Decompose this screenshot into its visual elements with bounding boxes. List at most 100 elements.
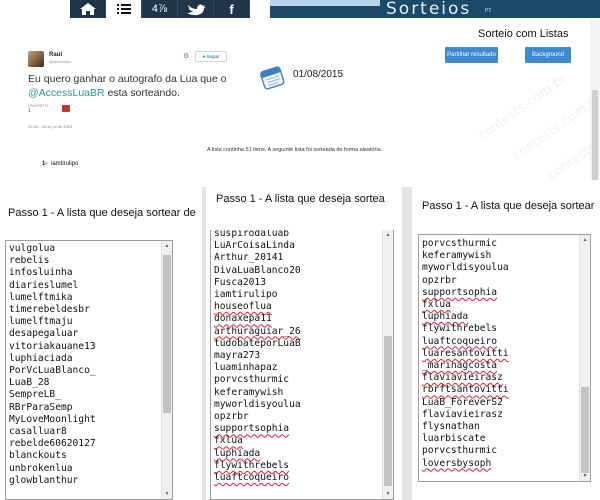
panel-title: Passo 1 - A lista que deseja sortear <box>422 200 595 212</box>
list-icon <box>116 3 131 15</box>
tweet-timestamp[interactable]: 22:44 - 29 de jul de 2015 <box>28 124 72 129</box>
list-item: luarbiscate <box>422 433 486 445</box>
list-item: luaresantovitti <box>422 347 509 359</box>
scroll-down-icon[interactable]: ▼ <box>580 471 590 481</box>
list-item: supportsophia <box>214 423 290 435</box>
list-item: flywithrebels <box>214 459 290 471</box>
nav-facebook-button[interactable]: f <box>214 0 250 18</box>
nav-home-button[interactable] <box>70 0 106 18</box>
list-item: Fusca2013 <box>214 276 266 288</box>
list-item: desapegaluar <box>9 328 79 340</box>
tweet-author-handle[interactable]: @iamtirulipo <box>49 59 71 64</box>
list-item: RBrParaSemp <box>9 401 73 413</box>
scroll-down-icon[interactable]: ▼ <box>383 489 393 499</box>
share-result-button[interactable]: Partilhar resultado <box>445 47 498 63</box>
list-item: fxlua <box>214 435 243 447</box>
nav-list-button[interactable] <box>106 0 142 18</box>
draw-info-text: A lista continha 51 itens. A seguinte li… <box>207 147 383 153</box>
list-item: rebelis <box>9 255 50 267</box>
list-item: LuArCoisaLinda <box>214 240 295 252</box>
list-item: porvcsthurmic <box>214 374 290 386</box>
list-textarea[interactable]: vulgolua rebelis infosluinha diarieslumel lu… <box>5 240 173 500</box>
tweet-author-name[interactable]: Raul <box>49 52 62 58</box>
list-panel-1: Passo 1 - A lista que deseja sortear de … <box>0 187 202 500</box>
nav-twitter-button[interactable] <box>178 0 214 18</box>
list-item: SempreLB_ <box>9 389 61 401</box>
list-item: porvcsthurmic <box>422 445 498 457</box>
list-item: vulgolua <box>9 243 56 254</box>
list-item: Arthur_20141 <box>214 252 284 264</box>
top-navigation: 4⅞ f Sorteios PT <box>0 0 600 18</box>
list-textarea[interactable]: suspirodaluab LuArCoisaLinda Arthur_20141 D… <box>210 230 394 500</box>
list-item: flaviavieirasz <box>422 372 503 384</box>
tweet-favoriter-avatar[interactable] <box>62 105 70 112</box>
avatar[interactable] <box>28 51 44 67</box>
follow-button[interactable]: ● Seguir <box>195 51 227 62</box>
list-items: porvcsthurmic keferamywish myworldisyoulua… <box>419 235 590 470</box>
brand-banner[interactable]: Sorteios PT <box>270 0 600 18</box>
draw-date: 01/08/2015 <box>293 69 344 80</box>
list-item: MyLoveMoonlight <box>9 413 96 425</box>
list-item: loversbysoph <box>422 457 492 469</box>
list-items: suspirodaluab LuArCoisaLinda Arthur_20141 D… <box>211 230 393 484</box>
tweet-text: Eu quero ganhar o autografo da Lua que o… <box>28 72 238 100</box>
list-item: luphiada <box>422 311 469 323</box>
draw-result: 1- iamtirulipo <box>42 161 78 167</box>
list-item: blanckouts <box>9 450 67 462</box>
list-item: rbrftsantovitti <box>422 384 509 396</box>
background-button[interactable]: Background <box>525 47 571 63</box>
brand-suffix: PT <box>485 8 492 14</box>
list-item: fxlua <box>422 299 451 311</box>
list-item: tudobateporLuaB <box>214 337 301 349</box>
list-item: luphiaciada <box>9 352 73 364</box>
list-item: arthuraguiar_26 <box>214 325 301 337</box>
watermark: contests.com.br <box>510 91 600 164</box>
list-item: keferamywish <box>214 386 284 398</box>
embedded-tweet: Raul @iamtirulipo ⚙ ● Seguir Eu quero ga… <box>22 44 240 136</box>
follow-label: Seguir <box>206 54 220 59</box>
nav-numbers-button[interactable]: 4⅞ <box>142 0 178 18</box>
list-item: opzrbr <box>422 274 457 286</box>
scrollbar-thumb[interactable] <box>581 387 589 473</box>
list-item: flysnathan <box>422 421 480 433</box>
list-item: suspirodaluab <box>214 230 290 239</box>
tweet-mention-link[interactable]: @AccessLuaBR <box>28 87 105 99</box>
list-item: donaxepa11 <box>214 313 272 325</box>
list-item: porvcsthurmic <box>422 238 498 249</box>
numbers-icon: 4⅞ <box>151 3 168 15</box>
list-item: lumelftmaju <box>9 316 73 328</box>
page-scrollbar-thumb[interactable] <box>592 90 598 180</box>
list-scrollbar[interactable]: ▲ ▼ <box>382 230 393 499</box>
list-scrollbar[interactable]: ▲ ▼ <box>579 235 590 481</box>
list-textarea[interactable]: porvcsthurmic keferamywish myworldisyoulua… <box>418 234 591 482</box>
watermark: contests.com.br <box>475 71 570 144</box>
list-scrollbar[interactable]: ▲ ▼ <box>161 241 172 499</box>
scroll-up-icon[interactable]: ▲ <box>580 235 590 245</box>
panel-title: Passo 1 - A lista que deseja sortea <box>216 193 385 205</box>
scrollbar-thumb[interactable] <box>384 336 392 486</box>
brand-highlight <box>270 0 380 6</box>
home-icon <box>79 2 97 16</box>
list-item: LuaB_ForeverS2 <box>422 396 503 408</box>
list-items: vulgolua rebelis infosluinha diarieslumel lu… <box>6 241 172 487</box>
list-item: PorVcLuaBlanco_ <box>9 365 96 377</box>
scrollbar-thumb[interactable] <box>163 255 171 413</box>
tweet-text-part: Eu quero ganhar o autografo da Lua que o <box>28 73 227 85</box>
list-item: vitoriakauane13 <box>9 340 96 352</box>
page-scrollbar[interactable] <box>590 20 600 180</box>
scroll-up-icon[interactable]: ▲ <box>162 241 172 251</box>
list-item: _marinagcosta <box>422 360 498 372</box>
list-item: iamtirulipo <box>214 289 278 301</box>
list-item: flywithrebels <box>422 323 498 335</box>
list-item: LuaB_28 <box>9 377 50 389</box>
result-winner: iamtirulipo <box>51 161 79 167</box>
list-item: unbrokenlua <box>9 462 73 474</box>
scroll-up-icon[interactable]: ▲ <box>383 230 393 240</box>
scroll-down-icon[interactable]: ▼ <box>162 489 172 499</box>
list-item: luphiada <box>214 447 261 459</box>
list-item: keferamywish <box>422 250 492 262</box>
list-item: supportsophia <box>422 286 498 298</box>
calendar-icon <box>258 64 286 95</box>
list-item: myworldisyoulua <box>214 398 301 410</box>
gear-icon[interactable]: ⚙ <box>183 52 189 60</box>
